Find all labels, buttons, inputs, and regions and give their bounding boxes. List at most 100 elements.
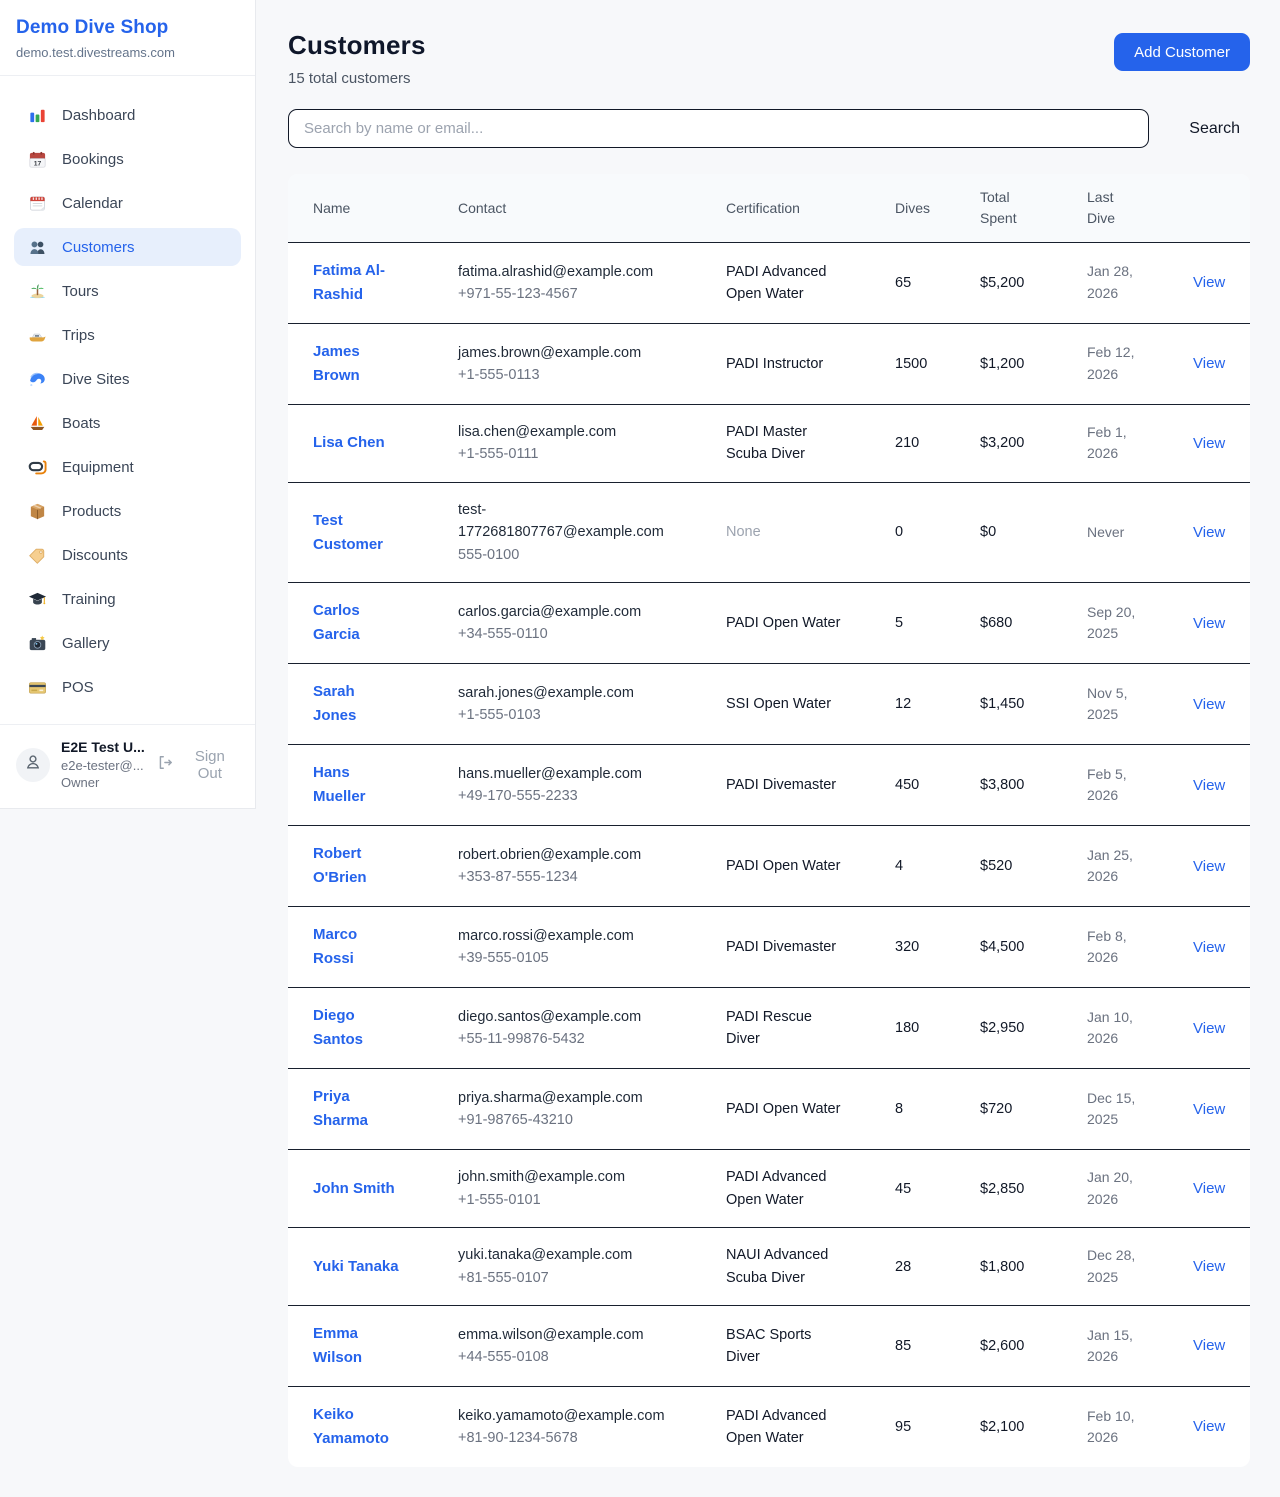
customer-name-link[interactable]: James Brown <box>313 340 399 388</box>
view-link[interactable]: View <box>1193 1180 1225 1197</box>
certification-cell: PADI Master Scuba Diver <box>701 405 870 483</box>
col-header-name: Name <box>288 174 433 243</box>
customer-phone: +1-555-0111 <box>458 443 686 465</box>
table-row: John Smith john.smith@example.com +1-555… <box>288 1150 1250 1228</box>
customer-name-link[interactable]: Lisa Chen <box>313 431 385 455</box>
customer-name-link[interactable]: Carlos Garcia <box>313 599 399 647</box>
view-link[interactable]: View <box>1193 1101 1225 1118</box>
customer-phone: +39-555-0105 <box>458 947 686 969</box>
customer-phone: +81-555-0107 <box>458 1267 686 1289</box>
view-link[interactable]: View <box>1193 1258 1225 1275</box>
customer-name-link[interactable]: John Smith <box>313 1177 395 1201</box>
sidebar-item-trips[interactable]: Trips <box>14 316 241 354</box>
contact-cell: priya.sharma@example.com +91-98765-43210 <box>433 1069 701 1150</box>
customer-email: priya.sharma@example.com <box>458 1087 686 1109</box>
customer-name-link[interactable]: Robert O'Brien <box>313 842 399 890</box>
contact-cell: diego.santos@example.com +55-11-99876-54… <box>433 988 701 1069</box>
total-spent-cell: $720 <box>955 1069 1062 1150</box>
certification-cell: SSI Open Water <box>701 664 870 745</box>
sidebar-item-boats[interactable]: Boats <box>14 404 241 442</box>
bar-chart-icon <box>28 106 47 125</box>
total-spent-cell: $2,100 <box>955 1387 1062 1468</box>
sidebar-item-gallery[interactable]: Gallery <box>14 624 241 662</box>
customer-name-link[interactable]: Diego Santos <box>313 1004 399 1052</box>
table-row: Carlos Garcia carlos.garcia@example.com … <box>288 583 1250 664</box>
customer-name-link[interactable]: Emma Wilson <box>313 1322 399 1370</box>
user-info: E2E Test U... e2e-tester@... Owner <box>61 738 145 792</box>
certification-cell: PADI Rescue Diver <box>701 988 870 1069</box>
sidebar-item-customers[interactable]: Customers <box>14 228 241 266</box>
sidebar-item-bookings[interactable]: 17 Bookings <box>14 140 241 178</box>
certification-cell: None <box>701 482 870 582</box>
view-link[interactable]: View <box>1193 274 1225 291</box>
view-link[interactable]: View <box>1193 435 1225 452</box>
sign-out-button[interactable]: Sign Out <box>156 748 239 782</box>
last-dive-cell: Feb 1, 2026 <box>1062 405 1168 483</box>
table-row: Fatima Al-Rashid fatima.alrashid@example… <box>288 243 1250 324</box>
camera-icon <box>28 634 47 653</box>
search-button[interactable]: Search <box>1179 114 1250 144</box>
contact-cell: marco.rossi@example.com +39-555-0105 <box>433 907 701 988</box>
certification-cell: PADI Open Water <box>701 1069 870 1150</box>
customer-name-link[interactable]: Yuki Tanaka <box>313 1255 399 1279</box>
search-input[interactable] <box>288 109 1149 148</box>
total-spent-cell: $1,800 <box>955 1228 1062 1306</box>
customer-name-link[interactable]: Fatima Al-Rashid <box>313 259 399 307</box>
view-link[interactable]: View <box>1193 1418 1225 1435</box>
customers-table-card: Name Contact Certification Dives Total S… <box>288 174 1250 1467</box>
user-name: E2E Test U... <box>61 738 145 757</box>
table-row: Marco Rossi marco.rossi@example.com +39-… <box>288 907 1250 988</box>
package-icon <box>28 502 47 521</box>
sidebar-item-calendar[interactable]: Calendar <box>14 184 241 222</box>
customer-name-link[interactable]: Marco Rossi <box>313 923 399 971</box>
view-link[interactable]: View <box>1193 524 1225 541</box>
tear-calendar-icon <box>28 194 47 213</box>
contact-cell: robert.obrien@example.com +353-87-555-12… <box>433 826 701 907</box>
add-customer-button[interactable]: Add Customer <box>1114 33 1250 71</box>
sidebar-item-dive-sites[interactable]: Dive Sites <box>14 360 241 398</box>
customer-name-link[interactable]: Hans Mueller <box>313 761 399 809</box>
sidebar-item-label: POS <box>62 679 94 696</box>
last-dive-cell: Jan 10, 2026 <box>1062 988 1168 1069</box>
view-link[interactable]: View <box>1193 696 1225 713</box>
user-role: Owner <box>61 774 145 792</box>
dive-mask-icon <box>28 458 47 477</box>
customer-name-link[interactable]: Test Customer <box>313 509 399 557</box>
customer-name-link[interactable]: Keiko Yamamoto <box>313 1403 399 1451</box>
view-link[interactable]: View <box>1193 777 1225 794</box>
customer-phone: +353-87-555-1234 <box>458 866 686 888</box>
table-row: Robert O'Brien robert.obrien@example.com… <box>288 826 1250 907</box>
sidebar-item-label: Bookings <box>62 151 124 168</box>
sidebar-item-equipment[interactable]: Equipment <box>14 448 241 486</box>
sidebar-item-tours[interactable]: Tours <box>14 272 241 310</box>
sidebar-nav: Dashboard 17 Bookings Calendar Customers… <box>0 76 255 724</box>
search-row: Search <box>288 109 1250 148</box>
customer-email: james.brown@example.com <box>458 342 686 364</box>
total-spent-cell: $2,600 <box>955 1306 1062 1387</box>
customer-email: diego.santos@example.com <box>458 1006 686 1028</box>
customer-name-link[interactable]: Sarah Jones <box>313 680 399 728</box>
view-link[interactable]: View <box>1193 858 1225 875</box>
sidebar-item-label: Trips <box>62 327 95 344</box>
sidebar-item-training[interactable]: Training <box>14 580 241 618</box>
view-link[interactable]: View <box>1193 615 1225 632</box>
view-link[interactable]: View <box>1193 1020 1225 1037</box>
view-link[interactable]: View <box>1193 1337 1225 1354</box>
total-spent-cell: $1,450 <box>955 664 1062 745</box>
view-link[interactable]: View <box>1193 355 1225 372</box>
dives-cell: 180 <box>870 988 955 1069</box>
sidebar-item-dashboard[interactable]: Dashboard <box>14 96 241 134</box>
customer-phone: +49-170-555-2233 <box>458 785 686 807</box>
person-icon <box>23 752 43 777</box>
sidebar-footer: E2E Test U... e2e-tester@... Owner Sign … <box>0 724 255 808</box>
sidebar-item-pos[interactable]: POS <box>14 668 241 706</box>
customer-name-link[interactable]: Priya Sharma <box>313 1085 399 1133</box>
shop-name: Demo Dive Shop <box>16 17 239 39</box>
certification-cell: PADI Open Water <box>701 583 870 664</box>
svg-text:17: 17 <box>34 160 42 167</box>
sidebar-item-products[interactable]: Products <box>14 492 241 530</box>
col-header-last-dive: Last Dive <box>1062 174 1168 243</box>
sidebar-item-discounts[interactable]: Discounts <box>14 536 241 574</box>
view-link[interactable]: View <box>1193 939 1225 956</box>
customer-phone: +971-55-123-4567 <box>458 283 686 305</box>
